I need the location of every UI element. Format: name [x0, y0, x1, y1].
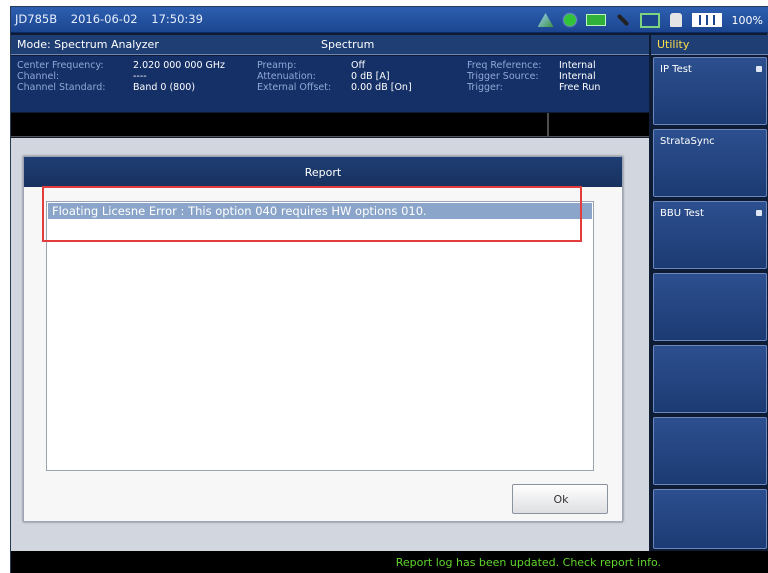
ok-button[interactable]: Ok: [512, 484, 608, 514]
preamp-label: Preamp:: [257, 60, 297, 71]
softkey-label: BBU Test: [660, 208, 704, 219]
mode-bar: Mode: Spectrum Analyzer Spectrum: [11, 35, 649, 55]
softkey-ip-test[interactable]: IP Test: [653, 57, 767, 125]
channel-label: Channel:: [17, 71, 60, 82]
ok-button-label: Ok: [553, 493, 569, 506]
softkey-bbu-test[interactable]: BBU Test: [653, 201, 767, 269]
message-band: [11, 113, 649, 137]
gps-icon: [563, 14, 576, 26]
mode-label[interactable]: Mode: Spectrum Analyzer: [17, 38, 159, 51]
bottom-status-bar: Report log has been updated. Check repor…: [11, 551, 768, 573]
freq-reference-value: Internal: [559, 60, 596, 71]
channel-value: ----: [133, 71, 147, 82]
battery-percent: 100%: [731, 13, 763, 27]
status-icons: 100%: [537, 11, 763, 29]
submenu-indicator-icon: [756, 210, 762, 216]
dialog-title-bar: Report: [24, 157, 622, 187]
softkey-header-label: Utility: [657, 38, 690, 51]
softkey-empty-4[interactable]: [653, 273, 767, 341]
signal-icon: [537, 13, 554, 27]
trigger-source-label: Trigger Source:: [467, 71, 539, 82]
external-offset-value: 0.00 dB [On]: [351, 82, 412, 93]
freq-reference-label: Freq Reference:: [467, 60, 542, 71]
softkey-label: IP Test: [660, 64, 692, 75]
softkey-empty-6[interactable]: [653, 417, 767, 485]
message-band-divider: [547, 113, 549, 137]
power-plug-icon: [669, 13, 682, 27]
softkey-panel: Utility IP Test StrataSync BBU Test: [651, 35, 768, 551]
status-bar: JD785B 2016-06-02 17:50:39 100%: [11, 7, 768, 33]
dialog-title: Report: [304, 166, 342, 179]
status-time: 17:50:39: [151, 12, 203, 26]
mode-title: Spectrum: [321, 38, 375, 51]
channel-standard-label: Channel Standard:: [17, 82, 106, 93]
trigger-label: Trigger:: [467, 82, 503, 93]
status-bar-info: JD785B 2016-06-02 17:50:39: [15, 12, 213, 26]
attenuation-label: Attenuation:: [257, 71, 316, 82]
preamp-value: Off: [351, 60, 366, 71]
center-frequency-value: 2.020 000 000 GHz: [133, 60, 226, 71]
battery-icon: [691, 13, 722, 27]
softkey-stratasync[interactable]: StrataSync: [653, 129, 767, 197]
measurement-info-panel: Center Frequency: 2.020 000 000 GHz Chan…: [11, 56, 649, 112]
softkey-label: StrataSync: [660, 136, 715, 147]
status-date: 2016-06-02: [70, 12, 138, 26]
trigger-value: Free Run: [559, 82, 601, 93]
channel-standard-value: Band 0 (800): [133, 82, 196, 93]
trigger-source-value: Internal: [559, 71, 596, 82]
softkey-empty-5[interactable]: [653, 345, 767, 413]
highlight-annotation-box: [42, 186, 582, 242]
center-frequency-label: Center Frequency:: [17, 60, 104, 71]
report-status-message: Report log has been updated. Check repor…: [395, 556, 661, 569]
pen-icon: [616, 13, 629, 27]
attenuation-value: 0 dB [A]: [351, 71, 390, 82]
external-offset-label: External Offset:: [257, 82, 332, 93]
network-icon: [639, 12, 660, 28]
device-id: JD785B: [15, 12, 58, 26]
softkey-empty-7[interactable]: [653, 489, 767, 549]
softkey-header: Utility: [651, 35, 768, 55]
submenu-indicator-icon: [756, 66, 762, 72]
wifi-icon: [585, 14, 606, 26]
